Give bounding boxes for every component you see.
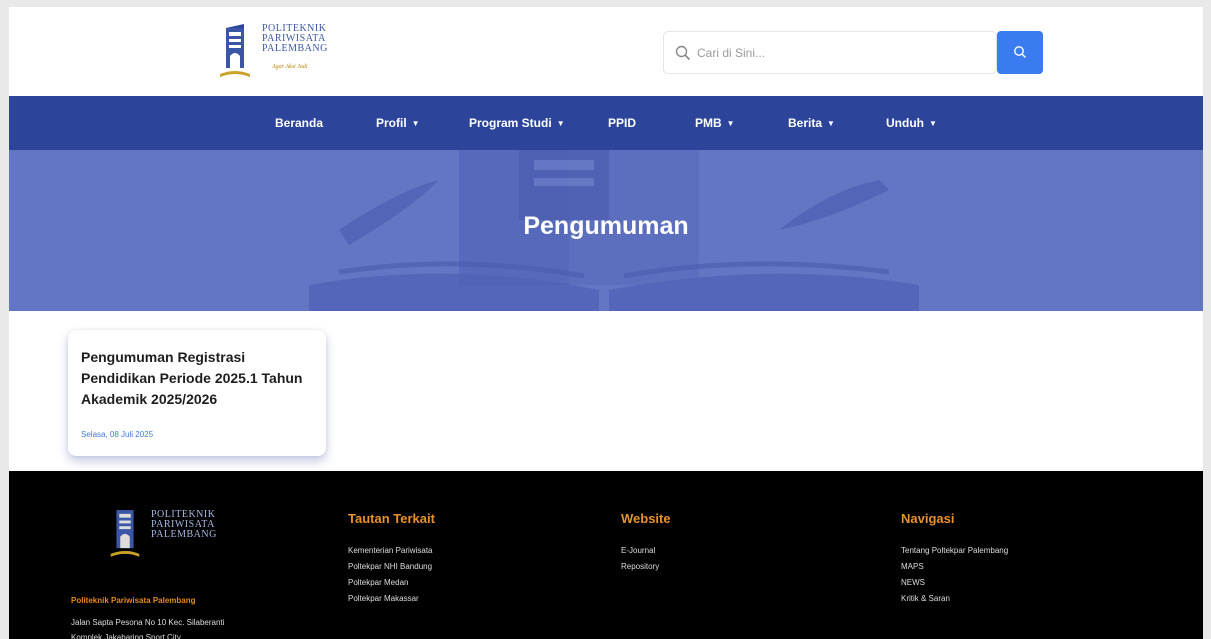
footer-link[interactable]: Repository bbox=[621, 559, 671, 575]
caret-down-icon: ▼ bbox=[827, 119, 835, 128]
caret-down-icon: ▼ bbox=[411, 119, 420, 128]
caret-down-icon: ▼ bbox=[929, 119, 937, 128]
footer-col-heading: Navigasi bbox=[901, 511, 955, 526]
footer-logo-line-3: PALEMBANG bbox=[151, 529, 217, 540]
nav-item-profil[interactable]: Profil ▼ bbox=[376, 96, 420, 150]
footer-link[interactable]: NEWS bbox=[901, 575, 1008, 591]
footer-col-website: Website E-Journal Repository bbox=[621, 511, 671, 575]
search-icon bbox=[675, 45, 690, 60]
logo-line-3: PALEMBANG bbox=[262, 43, 328, 54]
footer-link[interactable]: Kritik & Saran bbox=[901, 591, 1008, 607]
main-nav: Beranda Profil ▼ Program Studi ▼ PPID PMB ▼… bbox=[9, 96, 1203, 150]
caret-down-icon: ▼ bbox=[556, 119, 565, 128]
page-title: Pengumuman bbox=[523, 212, 689, 240]
footer-address-line-1: Jalan Sapta Pesona No 10 Kec. Silaberant… bbox=[71, 618, 225, 627]
announcement-date: Selasa, 08 Juli 2025 bbox=[81, 430, 154, 439]
search-icon bbox=[1014, 46, 1026, 58]
nav-item-label: Program Studi bbox=[469, 116, 552, 130]
footer-link[interactable]: Poltekpar NHI Bandung bbox=[348, 559, 435, 575]
footer-logo: POLITEKNIK PARIWISATA PALEMBANG bbox=[105, 504, 245, 566]
search-box bbox=[663, 31, 997, 74]
nav-item-berita[interactable]: Berita ▼ bbox=[788, 96, 835, 150]
nav-item-label: Berita bbox=[788, 116, 823, 130]
footer-col-navigasi: Navigasi Tentang Poltekpar Palembang MAP… bbox=[901, 511, 1008, 607]
footer-link[interactable]: Tentang Poltekpar Palembang bbox=[901, 543, 1008, 559]
footer-col-heading: Tautan Terkait bbox=[348, 511, 435, 526]
search-button[interactable] bbox=[997, 31, 1043, 74]
nav-item-label: Profil bbox=[376, 116, 407, 130]
footer-col-heading: Website bbox=[621, 511, 671, 526]
logo-emblem-icon bbox=[110, 510, 140, 557]
page-hero: Pengumuman bbox=[9, 150, 1203, 311]
nav-item-label: PPID bbox=[608, 116, 637, 130]
logo-tagline: Agar Aksi Jadi bbox=[272, 64, 308, 70]
footer-address-line-2: Komplek Jakabaring Sport City bbox=[71, 633, 181, 639]
site-header: POLITEKNIK PARIWISATA PALEMBANG Agar Aks… bbox=[9, 7, 1203, 96]
site-footer: POLITEKNIK PARIWISATA PALEMBANG Politekn… bbox=[9, 471, 1203, 639]
logo-wordmark: POLITEKNIK PARIWISATA PALEMBANG bbox=[262, 24, 328, 54]
nav-item-beranda[interactable]: Beranda bbox=[275, 96, 323, 150]
logo-emblem-icon bbox=[220, 24, 250, 77]
nav-item-program-studi[interactable]: Program Studi ▼ bbox=[469, 96, 565, 150]
announcement-title[interactable]: Pengumuman Registrasi Pendidikan Periode… bbox=[81, 347, 316, 410]
search-input[interactable] bbox=[697, 40, 977, 66]
nav-item-pmb[interactable]: PMB ▼ bbox=[695, 96, 735, 150]
nav-item-ppid[interactable]: PPID bbox=[608, 96, 636, 150]
site-logo[interactable]: POLITEKNIK PARIWISATA PALEMBANG Agar Aks… bbox=[214, 20, 354, 82]
footer-link[interactable]: E-Journal bbox=[621, 543, 671, 559]
footer-link[interactable]: Kementerian Pariwisata bbox=[348, 543, 435, 559]
nav-item-label: Unduh bbox=[886, 116, 924, 130]
nav-item-unduh[interactable]: Unduh ▼ bbox=[886, 96, 937, 150]
footer-address: Jalan Sapta Pesona No 10 Kec. Silaberant… bbox=[71, 615, 224, 639]
footer-link[interactable]: Poltekpar Makassar bbox=[348, 591, 435, 607]
announcement-card[interactable]: Pengumuman Registrasi Pendidikan Periode… bbox=[68, 330, 326, 456]
footer-link[interactable]: Poltekpar Medan bbox=[348, 575, 435, 591]
nav-item-label: PMB bbox=[695, 116, 722, 130]
footer-logo-wordmark: POLITEKNIK PARIWISATA PALEMBANG bbox=[151, 510, 217, 540]
page: POLITEKNIK PARIWISATA PALEMBANG Agar Aks… bbox=[9, 7, 1203, 639]
caret-down-icon: ▼ bbox=[726, 119, 735, 128]
nav-item-label: Beranda bbox=[275, 116, 324, 130]
footer-col-tautan-terkait: Tautan Terkait Kementerian Pariwisata Po… bbox=[348, 511, 435, 607]
announcement-list: Pengumuman Registrasi Pendidikan Periode… bbox=[9, 311, 1203, 471]
footer-org-name: Politeknik Pariwisata Palembang bbox=[71, 596, 196, 605]
footer-link[interactable]: MAPS bbox=[901, 559, 1008, 575]
